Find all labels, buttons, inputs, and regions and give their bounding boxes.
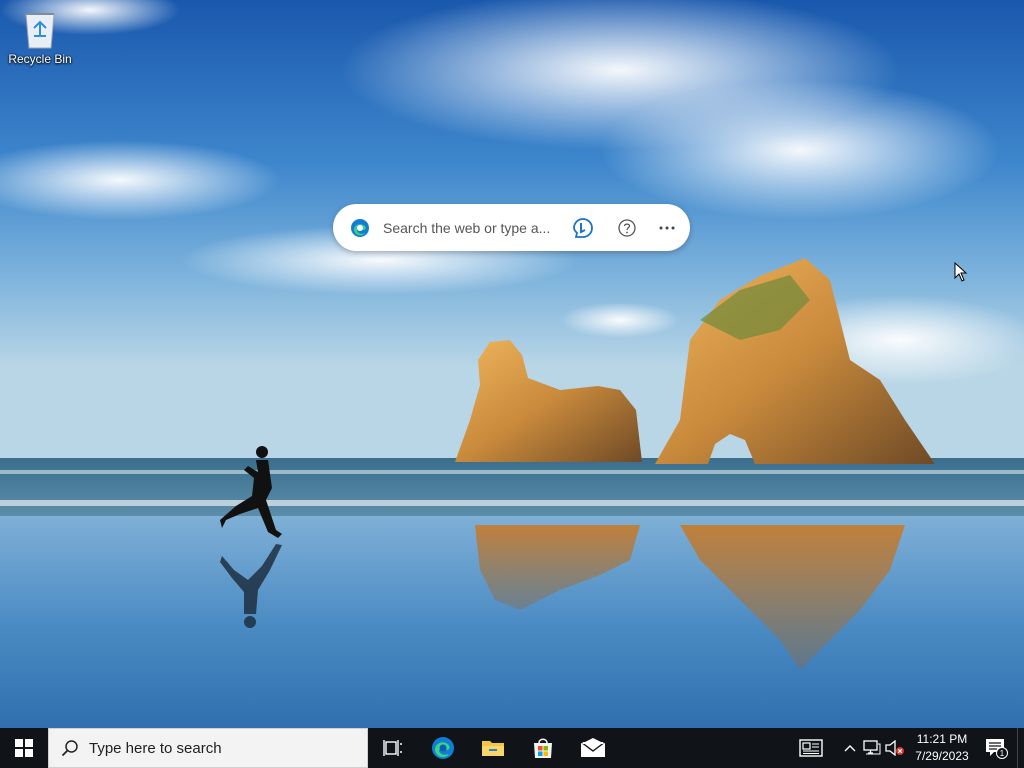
- notification-icon: 1: [986, 739, 1008, 759]
- news-widget-button[interactable]: [793, 728, 829, 768]
- search-icon: [61, 740, 78, 757]
- system-tray: 11:21 PM 7/29/2023 1: [793, 728, 1024, 768]
- network-icon: [863, 740, 881, 755]
- edge-icon: [432, 737, 454, 759]
- volume-button[interactable]: [883, 728, 907, 768]
- edge-logo-icon: [351, 218, 369, 237]
- start-button[interactable]: [0, 728, 48, 768]
- folder-icon: [482, 741, 504, 756]
- task-view-icon: [383, 740, 402, 756]
- bing-chat-button[interactable]: [569, 214, 597, 242]
- recycle-bin-shortcut[interactable]: Recycle Bin: [4, 6, 76, 76]
- bing-chat-icon: [573, 217, 593, 238]
- clock-date: 7/29/2023: [915, 749, 969, 763]
- clock[interactable]: 11:21 PM 7/29/2023: [907, 728, 977, 768]
- more-options-button[interactable]: [653, 214, 681, 242]
- windows-logo-icon: [15, 739, 33, 757]
- chevron-up-icon: [844, 745, 856, 752]
- show-desktop-button[interactable]: [1017, 728, 1024, 768]
- taskbar-search-placeholder: Type here to search: [89, 739, 222, 757]
- help-button[interactable]: [613, 214, 641, 242]
- mail-icon: [580, 738, 606, 757]
- taskbar-mail-button[interactable]: [568, 728, 618, 768]
- taskbar-file-explorer-button[interactable]: [468, 728, 518, 768]
- task-view-button[interactable]: [368, 728, 418, 768]
- show-hidden-icons-button[interactable]: [839, 728, 861, 768]
- taskbar-store-button[interactable]: [518, 728, 568, 768]
- clock-time: 11:21 PM: [916, 732, 968, 746]
- notification-count-badge: 1: [1000, 749, 1005, 758]
- recycle-bin-icon: [25, 13, 55, 49]
- store-icon: [534, 738, 552, 758]
- desktop-wallpaper: [0, 0, 1024, 728]
- edge-search-bar[interactable]: Search the web or type a...: [333, 204, 690, 251]
- volume-muted-icon: [885, 740, 904, 756]
- mouse-cursor-icon: [954, 262, 968, 282]
- taskbar: Type here to search 11:21 PM 7/29/2023 1: [0, 728, 1024, 768]
- action-center-button[interactable]: 1: [977, 728, 1017, 768]
- taskbar-search-box[interactable]: Type here to search: [48, 728, 368, 768]
- recycle-bin-label: Recycle Bin: [8, 52, 72, 66]
- news-widget-icon: [799, 739, 823, 757]
- network-button[interactable]: [861, 728, 883, 768]
- edge-search-input[interactable]: Search the web or type a...: [383, 220, 555, 236]
- more-options-icon: [659, 226, 675, 229]
- taskbar-edge-button[interactable]: [418, 728, 468, 768]
- help-icon: [618, 218, 636, 237]
